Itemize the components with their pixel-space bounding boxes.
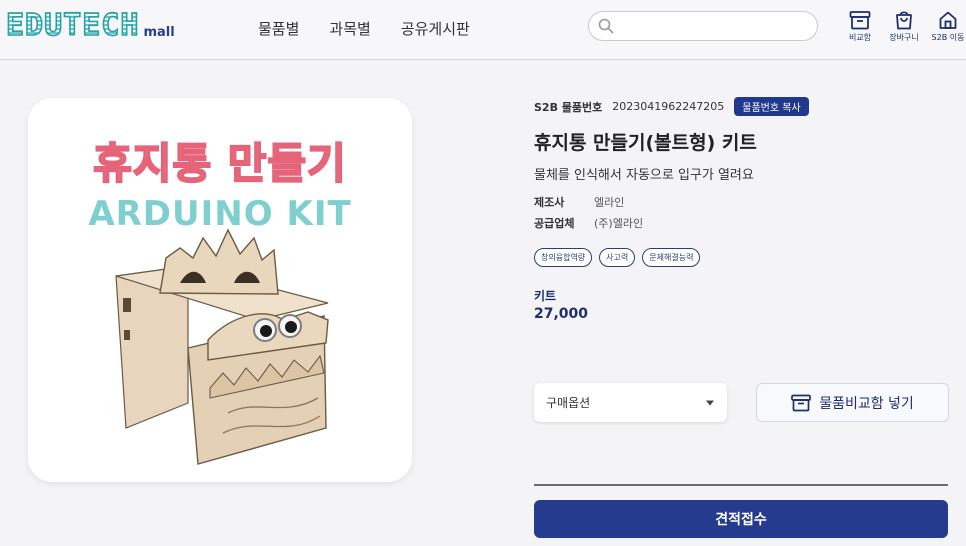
- cart-label: 장바구니: [889, 33, 919, 42]
- s2b-number-row: S2B 물품번호 2023041962247205 물품번호 복사: [534, 97, 809, 116]
- archive-box-icon: [791, 394, 812, 411]
- spec-key: 공급업체: [534, 217, 575, 230]
- compare-box-label: 비교함: [848, 33, 872, 42]
- purchase-option-select[interactable]: 구매옵션: [534, 383, 727, 422]
- logo-wordmark: EDUTECH: [5, 8, 140, 43]
- spec-manufacturer: 제조사 엘라인: [534, 194, 624, 210]
- caret-down-icon: [706, 400, 714, 405]
- add-to-compare-button[interactable]: 물품비교함 넣기: [756, 383, 949, 422]
- archive-box-icon: [849, 11, 871, 30]
- add-to-compare-label: 물품비교함 넣기: [819, 395, 914, 412]
- main-nav: 물품별 과목별 공유게시판: [258, 18, 470, 39]
- price-value: 27,000: [534, 306, 589, 322]
- nav-item-by-subject[interactable]: 과목별: [329, 18, 370, 39]
- copy-number-button[interactable]: 물품번호 복사: [734, 97, 809, 116]
- spec-value: 엘라인: [594, 196, 625, 209]
- product-subtitle: 물체를 인식해서 자동으로 입구가 열려요: [534, 168, 754, 183]
- s2b-link-label: S2B 이동: [931, 33, 965, 42]
- search-box[interactable]: [588, 11, 818, 41]
- cart-link[interactable]: 장바구니: [882, 10, 926, 43]
- s2b-number: 2023041962247205: [612, 100, 725, 113]
- section-divider: [534, 484, 948, 486]
- nav-item-board[interactable]: 공유게시판: [401, 18, 470, 39]
- tag[interactable]: 문제해결능력: [642, 248, 701, 267]
- spec-supplier: 공급업체 (주)엘라인: [534, 215, 643, 231]
- product-title: 휴지통 만들기(볼트형) 키트: [534, 132, 757, 154]
- header-icons: 비교함 장바구니 S2B 이동: [838, 10, 966, 43]
- logo[interactable]: EDUTECH mall: [5, 8, 175, 43]
- trash-can-kit-illustration: [115, 228, 329, 465]
- request-quote-button[interactable]: 견적접수: [534, 500, 948, 538]
- spec-key: 제조사: [534, 196, 565, 209]
- select-value: 구매옵션: [546, 396, 591, 410]
- competency-tags: 창의융합역량 사고력 문제해결능력: [534, 248, 701, 267]
- s2b-link[interactable]: S2B 이동: [926, 10, 966, 43]
- nav-item-by-product[interactable]: 물품별: [258, 18, 299, 39]
- price-label: 키트: [534, 289, 557, 303]
- home-icon: [939, 11, 957, 29]
- tag[interactable]: 사고력: [599, 248, 636, 267]
- compare-box-link[interactable]: 비교함: [838, 10, 882, 43]
- product-image[interactable]: 휴지통 만들기 ARDUINO KIT: [28, 98, 412, 482]
- tag[interactable]: 창의융합역량: [534, 248, 593, 267]
- shopping-bag-icon: [896, 11, 912, 30]
- top-header: EDUTECH mall 물품별 과목별 공유게시판 비교함 장바구니 S2B …: [0, 0, 966, 60]
- search-icon[interactable]: [598, 18, 614, 34]
- spec-value: (주)엘라인: [594, 217, 644, 230]
- logo-suffix: mall: [143, 25, 175, 40]
- s2b-label: S2B 물품번호: [534, 100, 603, 114]
- search-input[interactable]: [620, 18, 817, 34]
